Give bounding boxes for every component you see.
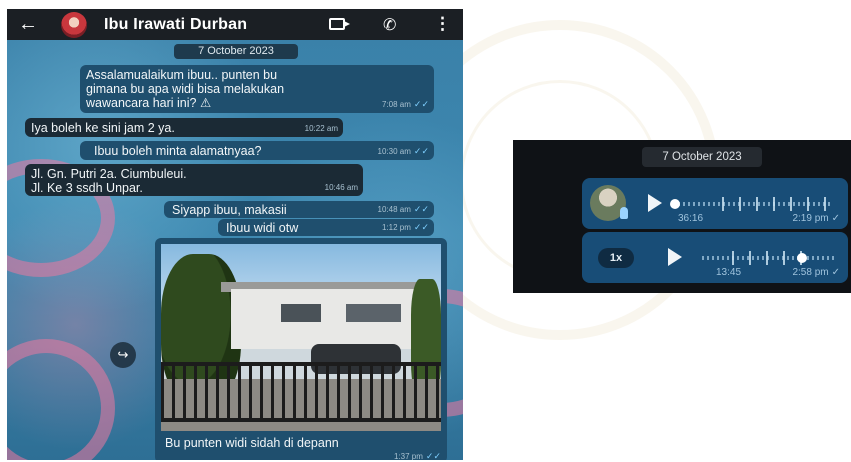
date-chip: 7 October 2023 [642, 147, 762, 167]
sent-check-icon: ✓ [831, 267, 840, 278]
message-text: Ibuu boleh minta alamatnyaa? [94, 144, 262, 158]
contact-avatar[interactable] [61, 11, 87, 38]
message-text: wawancara hari ini? ⚠ [86, 96, 212, 110]
voice-time: 2:19 pm ✓ [792, 213, 840, 224]
chat-screenshot: ← Ibu Irawati Durban ✆ ⋮ 7 October 2023 … [7, 9, 463, 460]
voice-message-bubble[interactable]: 1x 13:45 2:58 pm ✓ [582, 232, 848, 283]
play-icon[interactable] [668, 248, 682, 266]
photo-caption: Bu punten widi sidah di depann [165, 436, 339, 450]
chat-header: ← Ibu Irawati Durban ✆ ⋮ [7, 9, 463, 40]
play-icon[interactable] [648, 194, 662, 212]
message-bubble-incoming[interactable]: Jl. Gn. Putri 2a. Ciumbuleui. Jl. Ke 3 s… [25, 164, 363, 196]
message-text: Iya boleh ke sini jam 2 ya. [31, 121, 175, 135]
message-time: 10:22 am [304, 124, 338, 133]
photo-message-bubble[interactable]: Bu punten widi sidah di depann 1:37 pm ✓✓ [155, 238, 447, 460]
voice-time: 2:58 pm ✓ [792, 267, 840, 278]
sent-check-icon: ✓ [831, 213, 840, 224]
audio-waveform-peaks [722, 197, 832, 211]
read-ticks-icon: ✓✓ [413, 99, 429, 109]
voice-notes-screenshot: 7 October 2023 36:16 2:19 pm ✓ 1x 13:45 2… [513, 140, 851, 293]
photo-window [281, 304, 321, 322]
voice-message-bubble[interactable]: 36:16 2:19 pm ✓ [582, 178, 848, 229]
message-bubble-incoming[interactable]: Iya boleh ke sini jam 2 ya. 10:22 am [25, 118, 343, 137]
message-bubble-outgoing[interactable]: Ibuu boleh minta alamatnyaa? 10:30 am ✓✓ [80, 141, 434, 160]
message-bubble-outgoing[interactable]: Ibuu widi otw 1:12 pm ✓✓ [218, 219, 434, 236]
forward-icon[interactable]: ↪ [110, 342, 136, 368]
message-text: gimana bu apa widi bisa melakukan [86, 82, 285, 96]
video-call-icon[interactable] [329, 18, 350, 30]
read-ticks-icon: ✓✓ [413, 146, 429, 156]
voice-duration: 36:16 [678, 213, 704, 224]
message-bubble-outgoing[interactable]: Siyapp ibuu, makasii 10:48 am ✓✓ [164, 201, 434, 218]
contact-name[interactable]: Ibu Irawati Durban [104, 16, 247, 34]
photo-fence [161, 362, 441, 422]
phone-call-icon[interactable]: ✆ [383, 15, 396, 35]
voice-duration: 13:45 [716, 267, 742, 278]
microphone-icon [620, 207, 628, 219]
playback-position-knob[interactable] [796, 253, 807, 263]
message-time: 10:30 am ✓✓ [377, 146, 429, 156]
more-options-icon[interactable]: ⋮ [434, 14, 451, 34]
message-bubble-outgoing[interactable]: Assalamualaikum ibuu.. punten bu gimana … [80, 65, 434, 113]
message-text: Siyapp ibuu, makasii [172, 203, 287, 217]
message-time: 1:12 pm ✓✓ [382, 222, 429, 232]
message-time: 7:08 am ✓✓ [382, 99, 429, 109]
message-text: Jl. Ke 3 ssdh Unpar. [31, 181, 143, 195]
message-time: 1:37 pm ✓✓ [394, 451, 441, 460]
message-time: 10:48 am ✓✓ [377, 204, 429, 214]
message-text: Jl. Gn. Putri 2a. Ciumbuleui. [31, 167, 187, 181]
photo-window [346, 304, 401, 322]
playback-position-knob[interactable] [670, 199, 680, 209]
playback-speed-button[interactable]: 1x [598, 248, 634, 268]
read-ticks-icon: ✓✓ [425, 451, 441, 460]
read-ticks-icon: ✓✓ [413, 204, 429, 214]
message-time: 10:46 am [324, 183, 358, 192]
house-photo[interactable] [161, 244, 441, 431]
message-text: Assalamualaikum ibuu.. punten bu [86, 68, 278, 82]
back-arrow-icon[interactable]: ← [15, 13, 41, 36]
read-ticks-icon: ✓✓ [413, 222, 429, 232]
date-chip: 7 October 2023 [174, 44, 298, 59]
message-text: Ibuu widi otw [226, 221, 299, 235]
